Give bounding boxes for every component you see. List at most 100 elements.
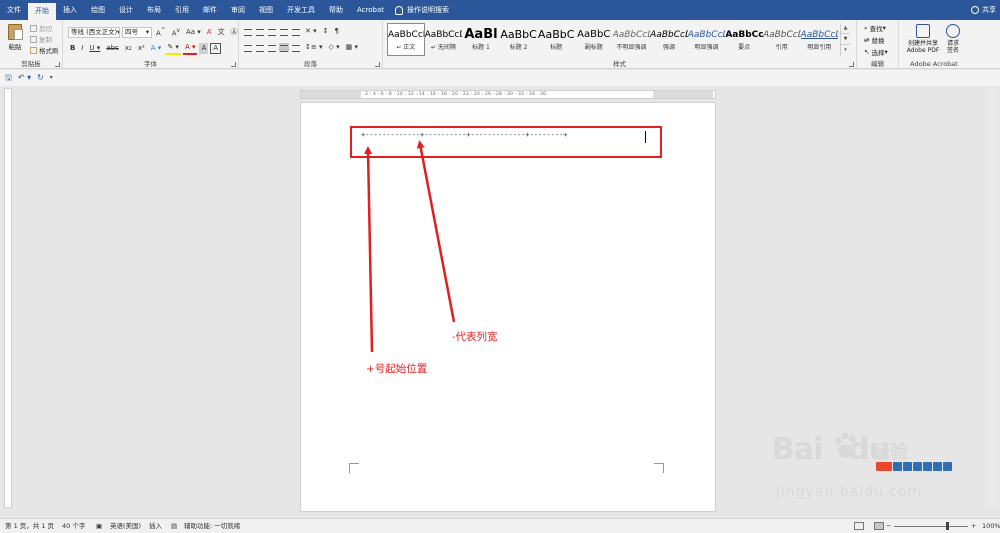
macro-icon[interactable]: ▤ — [171, 519, 177, 533]
strikethrough-icon[interactable]: abc — [104, 43, 121, 54]
tab-home[interactable]: 开始 — [28, 3, 56, 20]
tab-acrobat[interactable]: Acrobat — [350, 0, 391, 20]
ime-logo-icon[interactable] — [876, 462, 892, 471]
styles-launcher-icon[interactable] — [849, 62, 854, 67]
proofing-icon[interactable]: ▣ — [96, 519, 102, 533]
clipboard-launcher-icon[interactable] — [55, 62, 60, 67]
focus-mode-icon[interactable] — [854, 522, 864, 530]
paste-button[interactable]: 粘贴 — [6, 24, 24, 51]
chinese-layout-icon[interactable]: ✕ ▾ — [303, 26, 319, 37]
character-shading-icon[interactable]: A — [199, 43, 209, 54]
style-subtitle[interactable]: AaBbC 副标题 — [575, 23, 613, 56]
style-heading-2[interactable]: AaBbC 标题 2 — [500, 23, 538, 56]
tab-layout[interactable]: 布局 — [140, 0, 168, 20]
share-button[interactable]: 共享 — [971, 0, 996, 20]
subscript-icon[interactable]: x₂ — [123, 43, 134, 54]
accessibility-status[interactable]: 辅助功能: 一切就绪 — [184, 519, 240, 533]
font-size-select[interactable]: 四号 ▾ — [122, 27, 152, 39]
save-icon[interactable]: 🖫 — [5, 71, 12, 85]
style-intense-quote[interactable]: AaBbCcDd 明显引用 — [801, 23, 839, 56]
character-border-icon[interactable]: A — [210, 43, 222, 54]
paragraph-launcher-icon[interactable] — [375, 62, 380, 67]
tell-me-search[interactable]: 操作说明搜索 — [395, 5, 449, 15]
insert-mode[interactable]: 插入 — [149, 519, 162, 533]
justify-icon[interactable] — [279, 43, 289, 52]
line-spacing-icon[interactable]: ↕≡ ▾ — [303, 42, 324, 53]
style-emphasis[interactable]: AaBbCcDd 强调 — [650, 23, 688, 56]
highlight-icon[interactable]: ✎ ▾ — [165, 42, 181, 55]
zoom-slider[interactable] — [894, 526, 968, 527]
customize-toolbar-icon[interactable]: ▾ — [50, 71, 53, 85]
ime-shirt-icon[interactable] — [933, 462, 942, 471]
copy-button[interactable]: 复制 — [30, 34, 52, 44]
align-left-icon[interactable] — [243, 43, 253, 52]
chevron-down-icon[interactable]: ▼ — [841, 34, 850, 45]
style-intense-emphasis[interactable]: AaBbCcDd 明显强调 — [688, 23, 726, 56]
ime-keyboard-icon[interactable] — [923, 462, 932, 471]
zoom-in-icon[interactable]: + — [971, 519, 976, 533]
bullets-icon[interactable] — [243, 27, 253, 36]
decrease-indent-icon[interactable] — [279, 27, 289, 36]
ime-dot-icon[interactable] — [913, 462, 922, 471]
page-count[interactable]: 第 1 页，共 1 页 — [5, 519, 54, 533]
ime-toolbar[interactable] — [876, 462, 952, 471]
undo-icon[interactable]: ↶ ▾ — [18, 71, 31, 85]
style-heading-1[interactable]: AaBl 标题 1 — [462, 23, 500, 56]
style-quote[interactable]: AaBbCcDd 引用 — [763, 23, 801, 56]
tab-file[interactable]: 文件 — [0, 0, 28, 20]
format-painter-button[interactable]: 格式刷 — [30, 45, 59, 55]
styles-gallery-scroll[interactable]: ▲ ▼ ▾ — [840, 23, 850, 56]
word-count[interactable]: 40 个字 — [62, 519, 85, 533]
style-no-spacing[interactable]: AaBbCcDd ↵ 无间隔 — [425, 23, 463, 56]
select-button[interactable]: ↖ 选择 ▾ — [864, 47, 888, 57]
shading-icon[interactable]: ◇ ▾ — [326, 42, 341, 53]
create-share-pdf-button[interactable]: 创建并共享 Adobe PDF — [903, 24, 943, 54]
shrink-font-icon[interactable]: Av — [170, 26, 182, 39]
underline-icon[interactable]: U ▾ — [87, 43, 102, 54]
tab-draw[interactable]: 绘图 — [84, 0, 112, 20]
zoom-slider-thumb[interactable] — [946, 522, 949, 530]
text-effects-icon[interactable]: A ▾ — [149, 43, 164, 54]
numbering-icon[interactable] — [255, 27, 265, 36]
tab-developer[interactable]: 开发工具 — [280, 0, 322, 20]
clear-formatting-icon[interactable]: A̸ — [205, 27, 214, 38]
distributed-icon[interactable] — [291, 43, 301, 52]
document-page[interactable] — [300, 102, 716, 512]
chevron-up-icon[interactable]: ▲ — [841, 23, 850, 34]
show-marks-icon[interactable]: ¶ — [332, 26, 340, 37]
style-title[interactable]: AaBbC 标题 — [537, 23, 575, 56]
superscript-icon[interactable]: x² — [136, 43, 147, 54]
tab-mailings[interactable]: 邮件 — [196, 0, 224, 20]
bold-icon[interactable]: B — [68, 43, 77, 54]
align-right-icon[interactable] — [267, 43, 277, 52]
zoom-out-icon[interactable]: − — [886, 519, 891, 533]
increase-indent-icon[interactable] — [291, 27, 301, 36]
tab-insert[interactable]: 插入 — [56, 0, 84, 20]
redo-icon[interactable]: ↻ — [37, 71, 44, 85]
zoom-level[interactable]: 100% — [982, 519, 1000, 533]
tab-review[interactable]: 审阅 — [224, 0, 252, 20]
more-icon[interactable]: ▾ — [841, 45, 850, 56]
tab-design[interactable]: 设计 — [112, 0, 140, 20]
enclose-characters-icon[interactable]: Ⓐ — [229, 27, 240, 38]
replace-button[interactable]: ⇄ 替换 — [864, 35, 884, 45]
align-center-icon[interactable] — [255, 43, 265, 52]
tab-view[interactable]: 视图 — [252, 0, 280, 20]
style-normal[interactable]: AaBbCcDd ↵ 正文 — [387, 23, 425, 56]
print-layout-icon[interactable] — [874, 522, 884, 530]
change-case-icon[interactable]: Aa ▾ — [184, 27, 203, 38]
tab-help[interactable]: 帮助 — [322, 0, 350, 20]
ime-moon-icon[interactable] — [903, 462, 912, 471]
font-color-icon[interactable]: A ▾ — [182, 42, 198, 55]
font-launcher-icon[interactable] — [231, 62, 236, 67]
font-name-select[interactable]: 等线 (西文正文)▾ — [68, 27, 120, 39]
borders-icon[interactable]: ▦ ▾ — [344, 42, 360, 53]
multilevel-list-icon[interactable] — [267, 27, 277, 36]
tab-references[interactable]: 引用 — [168, 0, 196, 20]
language-indicator[interactable]: 英语(美国) — [110, 519, 141, 533]
ime-mode-icon[interactable] — [893, 462, 902, 471]
grow-font-icon[interactable]: A^ — [154, 26, 168, 39]
find-button[interactable]: ⌕ 查找 ▾ — [864, 23, 886, 34]
sort-icon[interactable]: ↕ — [321, 26, 331, 37]
italic-icon[interactable]: I — [79, 43, 85, 54]
